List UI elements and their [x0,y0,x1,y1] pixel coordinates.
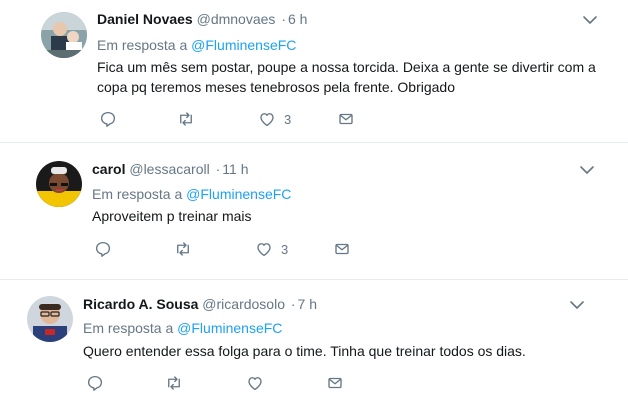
reply-prefix: Em resposta a [92,186,183,202]
like-count: 3 [281,241,289,257]
avatar-photo-carol [36,161,82,207]
tweet-text: Fica um mês sem postar, poupe a nossa to… [97,57,596,97]
timestamp[interactable]: 11 h [222,161,248,177]
direct-message-button[interactable] [337,109,355,129]
tweet[interactable]: Ricardo A. Sousa @ricardosolo · 7 h Em re… [0,280,628,410]
retweet-icon [180,112,192,126]
more-options-button[interactable] [579,162,595,178]
username[interactable]: @lessacaroll [129,161,209,177]
avatar-photo-ricardo [27,296,73,342]
reply-button[interactable] [86,373,104,393]
retweet-icon [177,242,189,256]
reply-thread: Daniel Novaes @dmnovaes · 6 h Em resposta… [0,0,628,410]
timestamp[interactable]: 7 h [298,296,317,312]
retweet-icon [168,376,180,390]
reply-context: Em resposta a @FluminenseFC [83,319,282,337]
tweet[interactable]: carol @lessacaroll · 11 h Em resposta a @… [0,143,628,280]
direct-message-button[interactable] [326,373,344,393]
username[interactable]: @dmnovaes [197,11,276,27]
reply-icon [95,241,111,257]
envelope-icon [335,243,349,255]
tweet-header: Ricardo A. Sousa @ricardosolo · 7 h [83,295,317,313]
tweet-text: Aproveitem p treinar mais [92,206,252,226]
reply-button[interactable] [99,109,117,129]
display-name[interactable]: Ricardo A. Sousa [83,296,198,312]
tweet-text-line: Aproveitem p treinar mais [92,208,252,224]
avatar[interactable] [41,12,87,58]
display-name[interactable]: Daniel Novaes [97,11,193,27]
reply-context: Em resposta a @FluminenseFC [92,185,291,203]
display-name[interactable]: carol [92,161,125,177]
envelope-icon [328,377,342,389]
tweet-actions: 3 [97,109,367,129]
tweet-text-line: Quero entender essa folga para o time. T… [83,343,526,359]
avatar-photo-daniel [41,12,87,58]
retweet-button[interactable] [177,109,195,129]
timestamp[interactable]: 6 h [288,11,307,27]
heart-icon [260,113,274,127]
tweet-text-line: Fica um mês sem postar, poupe a nossa to… [97,59,596,75]
chevron-down-icon [580,166,594,174]
heart-icon [257,243,271,257]
separator-dot: · [281,11,286,27]
reply-prefix: Em resposta a [83,320,174,336]
tweet-header: carol @lessacaroll · 11 h [92,160,249,178]
chevron-down-icon [570,301,584,309]
reply-context: Em resposta a @FluminenseFC [97,36,296,54]
reply-icon [100,111,116,127]
reply-prefix: Em resposta a [97,37,188,53]
avatar[interactable] [36,161,82,207]
reply-to-link[interactable]: @FluminenseFC [177,320,282,336]
tweet[interactable]: Daniel Novaes @dmnovaes · 6 h Em resposta… [0,0,628,143]
username[interactable]: @ricardosolo [202,296,285,312]
reply-to-link[interactable]: @FluminenseFC [191,37,296,53]
avatar[interactable] [27,296,73,342]
retweet-button[interactable] [174,239,192,259]
reply-button[interactable] [94,239,112,259]
like-button[interactable]: 3 [255,239,288,259]
reply-to-link[interactable]: @FluminenseFC [186,186,291,202]
more-options-button[interactable] [582,12,598,28]
chevron-down-icon [583,16,597,24]
envelope-icon [339,113,353,125]
tweet-actions [83,373,353,393]
like-button[interactable] [246,373,272,393]
heart-icon [248,377,262,391]
direct-message-button[interactable] [333,239,351,259]
separator-dot: · [290,296,296,312]
like-count: 3 [284,111,292,127]
reply-icon [87,375,103,391]
retweet-button[interactable] [165,373,183,393]
tweet-text: Quero entender essa folga para o time. T… [83,341,526,361]
more-options-button[interactable] [569,297,585,313]
like-button[interactable]: 3 [258,109,291,129]
separator-dot: · [215,161,221,177]
tweet-header: Daniel Novaes @dmnovaes · 6 h [97,10,307,28]
tweet-text-line: copa pq teremos meses tenebrosos pela fr… [97,79,455,95]
tweet-actions: 3 [92,239,362,259]
